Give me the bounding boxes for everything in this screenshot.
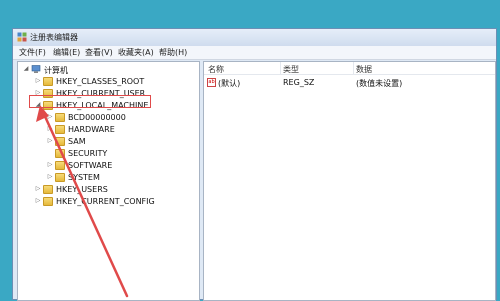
menu-file[interactable]: 文件(F) xyxy=(19,47,46,58)
tree-label: HKEY_CURRENT_CONFIG xyxy=(56,197,155,206)
column-separator[interactable] xyxy=(353,62,354,74)
tree-label: HARDWARE xyxy=(68,125,115,134)
window-title: 注册表编辑器 xyxy=(30,33,78,42)
expand-arrow-icon[interactable]: ▷ xyxy=(46,113,54,120)
tree-label: SYSTEM xyxy=(68,173,100,182)
folder-icon xyxy=(55,137,65,146)
folder-icon xyxy=(43,197,53,206)
registry-editor-icon xyxy=(17,32,27,42)
values-list-pane[interactable]: 名称 类型 数据 ab (默认) REG_SZ (数值未设置) xyxy=(203,61,496,301)
menu-edit[interactable]: 编辑(E) xyxy=(53,47,80,58)
folder-icon xyxy=(55,161,65,170)
menu-view[interactable]: 查看(V) xyxy=(85,47,113,58)
tree-label: SECURITY xyxy=(68,149,108,158)
value-data: (数值未设置) xyxy=(356,79,403,88)
expand-arrow-icon[interactable]: ▷ xyxy=(34,197,42,204)
folder-icon xyxy=(55,149,65,158)
string-value-icon: ab xyxy=(207,78,216,87)
highlight-box xyxy=(29,95,151,108)
folder-icon xyxy=(55,125,65,134)
expand-arrow-icon[interactable]: ▷ xyxy=(46,161,54,168)
header-divider xyxy=(204,74,495,75)
tree-label: SAM xyxy=(68,137,86,146)
title-bar[interactable]: 注册表编辑器 xyxy=(13,29,496,46)
expand-arrow-icon[interactable]: ▷ xyxy=(46,137,54,144)
folder-icon xyxy=(55,173,65,182)
folder-icon xyxy=(43,185,53,194)
menu-bar: 文件(F) 编辑(E) 查看(V) 收藏夹(A) 帮助(H) xyxy=(13,46,496,60)
folder-icon xyxy=(55,113,65,122)
value-name: (默认) xyxy=(218,79,241,88)
tree-label: HKEY_CLASSES_ROOT xyxy=(56,77,145,86)
column-separator[interactable] xyxy=(280,62,281,74)
menu-help[interactable]: 帮助(H) xyxy=(159,47,187,58)
tree-label: HKEY_USERS xyxy=(56,185,108,194)
value-type: REG_SZ xyxy=(283,78,315,87)
tree-label: SOFTWARE xyxy=(68,161,113,170)
expand-arrow-icon[interactable]: ▷ xyxy=(34,77,42,84)
expand-arrow-icon[interactable]: ▷ xyxy=(46,173,54,180)
tree-label: BCD00000000 xyxy=(68,113,126,122)
folder-icon xyxy=(43,77,53,86)
collapse-arrow-icon[interactable]: ◢ xyxy=(22,65,30,72)
computer-icon xyxy=(31,65,41,73)
menu-favorites[interactable]: 收藏夹(A) xyxy=(118,47,154,58)
tree-label: 计算机 xyxy=(44,66,68,75)
expand-arrow-icon[interactable]: ▷ xyxy=(34,185,42,192)
registry-editor-window: 注册表编辑器 文件(F) 编辑(E) 查看(V) 收藏夹(A) 帮助(H) ◢ … xyxy=(12,28,497,301)
expand-arrow-icon[interactable]: ▷ xyxy=(46,125,54,132)
